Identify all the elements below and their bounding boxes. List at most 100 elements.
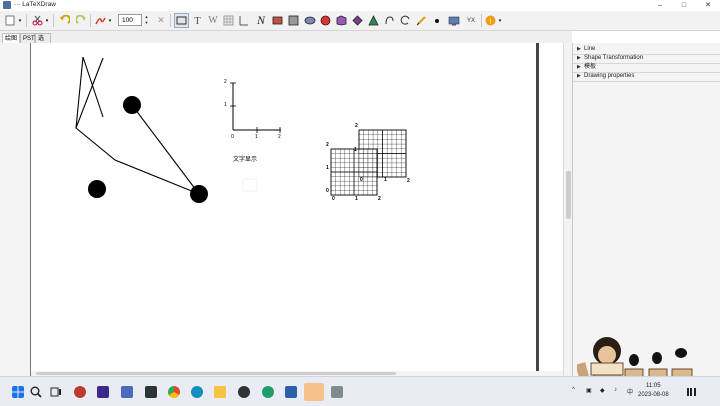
panel-section-label: Drawing properties xyxy=(584,73,635,79)
maximize-button[interactable]: □ xyxy=(672,0,696,11)
grid2-label-x1: 1 xyxy=(384,177,387,183)
title-bar: ··· LaTeXDraw – □ ✕ xyxy=(0,0,720,11)
help-dropdown-chevron-icon[interactable]: ▾ xyxy=(497,13,503,28)
help-icon[interactable]: ! xyxy=(484,13,496,28)
panel-section-label: Line xyxy=(584,46,596,52)
filled-circle-top xyxy=(123,96,141,114)
zoom-input[interactable]: 100 xyxy=(118,14,142,26)
freehand-tool-icon[interactable]: N xyxy=(254,13,268,28)
tab-drawing[interactable]: 绘图 xyxy=(2,33,20,43)
zoom-stepper[interactable]: ▲ ▼ xyxy=(143,14,150,26)
chrome-icon[interactable] xyxy=(168,386,180,398)
axes-shape xyxy=(230,82,281,133)
clock-time[interactable]: 11:05 xyxy=(646,383,661,389)
windows-start-icon[interactable] xyxy=(12,386,24,398)
app-terminal-icon[interactable] xyxy=(238,386,250,398)
app-paint-icon[interactable] xyxy=(331,386,343,398)
grid1-label-x1: 1 xyxy=(355,196,358,202)
axes-tool-icon[interactable] xyxy=(237,13,250,28)
picture-tool-icon[interactable] xyxy=(447,13,460,28)
grid-shape-front xyxy=(330,148,378,196)
text-tool-icon[interactable]: T xyxy=(191,13,204,28)
vertical-scroll-thumb[interactable] xyxy=(566,171,571,219)
square-tool-icon[interactable] xyxy=(287,13,300,28)
main-toolbar: ▾ ▾ ▾ 100 ▲ ▼ ✕ T W N YX ! ▾ xyxy=(0,11,720,31)
rectangle-tool-icon[interactable] xyxy=(271,13,284,28)
expand-arrow-icon: ▶ xyxy=(577,73,581,79)
app-red-icon[interactable] xyxy=(74,386,86,398)
clock-date[interactable]: 2023-08-08 xyxy=(638,392,669,398)
new-dropdown-chevron-icon[interactable]: ▾ xyxy=(17,13,23,28)
axis-label-x2: 2 xyxy=(278,134,281,140)
pdf-export-icon[interactable] xyxy=(94,13,106,28)
new-icon[interactable] xyxy=(4,13,16,28)
drawing-canvas[interactable]: 2 1 0 1 2 文字显示 2 1 0 1 2 2 1 0 0 1 2 xyxy=(31,43,536,371)
notification-icon[interactable] xyxy=(686,386,698,398)
edge-icon[interactable] xyxy=(191,386,203,398)
explorer-icon[interactable] xyxy=(214,386,226,398)
tab-bar: 绘图 PST 选项 xyxy=(0,31,572,52)
volume-icon[interactable]: ♪ xyxy=(614,387,617,393)
app-orange-icon[interactable] xyxy=(304,383,324,401)
panel-section-label: Shape Transformation xyxy=(584,55,644,61)
axis-label-x1: 1 xyxy=(255,134,258,140)
export-dropdown-chevron-icon[interactable]: ▾ xyxy=(107,13,113,28)
properties-panel: ▶ Line ▶ Shape Transformation ▶ 模板 ▶ Dra… xyxy=(572,43,720,392)
triangle-tool-icon[interactable] xyxy=(367,13,380,28)
search-icon[interactable] xyxy=(30,386,42,398)
task-view-icon[interactable] xyxy=(50,386,62,398)
axis-label-y2: 2 xyxy=(224,79,227,85)
delete-icon[interactable]: ✕ xyxy=(155,13,167,28)
os-taskbar: ^ ▣ ◆ ♪ 中 11:05 2023-08-08 xyxy=(0,376,720,406)
network-icon[interactable]: ◆ xyxy=(600,387,605,394)
text-shape[interactable]: 文字显示 xyxy=(233,154,257,163)
tab-options[interactable]: 选项 xyxy=(35,33,51,52)
grid2-label-bottom: 0 xyxy=(360,177,363,183)
pencil-tool-icon[interactable] xyxy=(415,13,428,28)
panel-section-drawing-properties[interactable]: ▶ Drawing properties xyxy=(573,72,720,82)
cut-icon[interactable] xyxy=(31,13,43,28)
filled-circle-left xyxy=(88,180,106,198)
arc-tool-icon[interactable] xyxy=(399,13,412,28)
bezier-tool-icon[interactable] xyxy=(383,13,396,28)
rhombus-tool-icon[interactable] xyxy=(351,13,364,28)
filled-circle-right xyxy=(190,185,208,203)
app-purple-icon[interactable] xyxy=(97,386,109,398)
grid2-label-x2: 2 xyxy=(407,178,410,184)
white-square-shape xyxy=(242,178,258,192)
cut-dropdown-chevron-icon[interactable]: ▾ xyxy=(44,13,50,28)
app-zy-icon[interactable] xyxy=(145,386,157,398)
plot-tool-icon[interactable]: YX xyxy=(464,13,478,28)
expand-arrow-icon: ▶ xyxy=(577,55,581,61)
input-language-indicator[interactable]: 中 xyxy=(627,387,633,396)
axis-label-y1: 1 xyxy=(224,102,227,108)
horizontal-scroll-thumb[interactable] xyxy=(36,372,396,375)
grid-tool-icon[interactable] xyxy=(222,13,235,28)
undo-icon[interactable] xyxy=(58,13,70,28)
grid1-label-x2: 2 xyxy=(378,196,381,202)
polygon-tool-icon[interactable] xyxy=(335,13,348,28)
tray-app-icon[interactable]: ▣ xyxy=(586,387,592,394)
canvas-left-margin xyxy=(0,43,31,376)
grid2-label-top: 2 xyxy=(355,123,358,129)
app-doc-icon[interactable] xyxy=(285,386,297,398)
canvas-page-border xyxy=(536,43,539,376)
close-button[interactable]: ✕ xyxy=(696,0,720,11)
minimize-button[interactable]: – xyxy=(648,0,672,11)
circle-tool-icon[interactable] xyxy=(319,13,332,28)
dot-tool-icon[interactable] xyxy=(432,13,442,28)
grid1-label-x0: 0 xyxy=(332,196,335,202)
app-green-icon[interactable] xyxy=(262,386,274,398)
ellipse-tool-icon[interactable] xyxy=(303,13,316,28)
redo-icon[interactable] xyxy=(75,13,87,28)
svg-text:!: ! xyxy=(489,16,491,25)
wave-tool-icon[interactable]: W xyxy=(206,13,220,28)
zoom-down-icon[interactable]: ▼ xyxy=(143,20,150,26)
panel-section-label: 模板 xyxy=(584,64,597,70)
select-tool-icon[interactable] xyxy=(174,13,189,28)
tray-chevron-icon[interactable]: ^ xyxy=(572,387,575,393)
app-grid-icon[interactable] xyxy=(121,386,133,398)
tab-pst[interactable]: PST xyxy=(20,33,35,43)
grid2-label-mid: 1 xyxy=(354,147,357,153)
axis-label-x0: 0 xyxy=(231,134,234,140)
